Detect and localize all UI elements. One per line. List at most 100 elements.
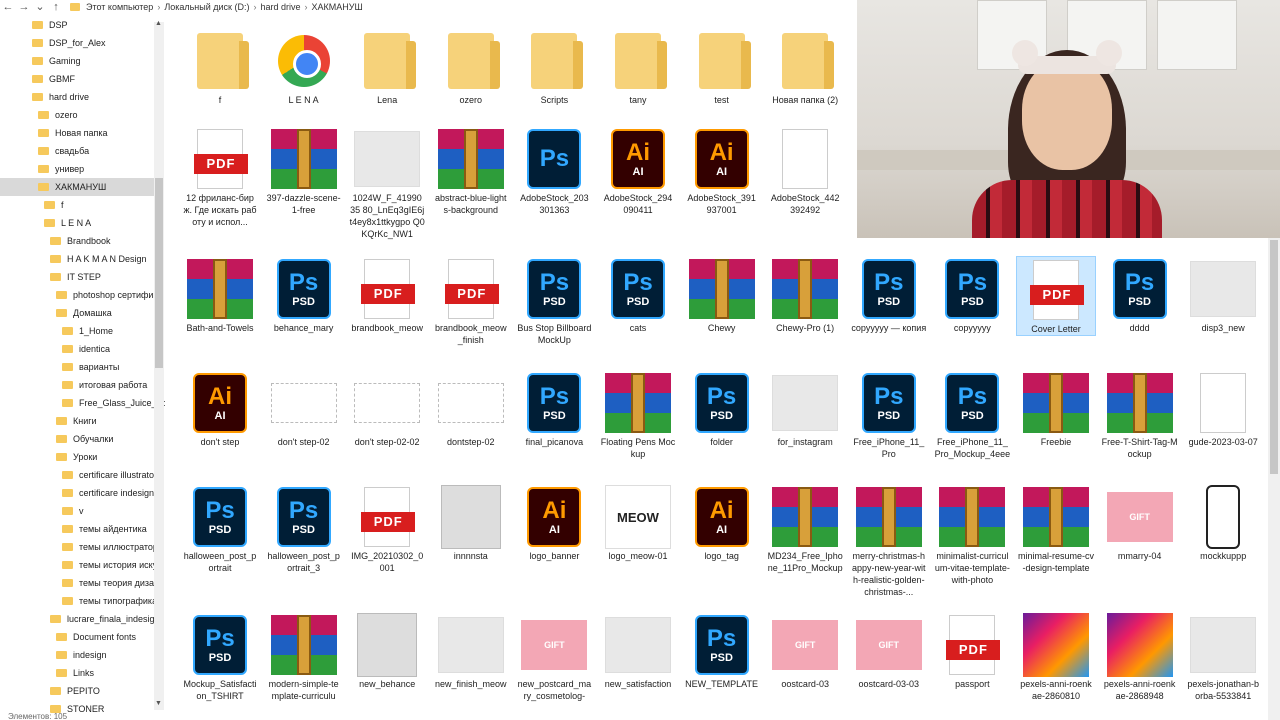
file-item[interactable]: minimal-resume-cv-design-template [1016,484,1096,574]
sidebar-item[interactable]: Обучалки [0,430,154,448]
sidebar-item[interactable]: Gaming [0,52,154,70]
file-item[interactable]: pexels-anni-roenkae-2860810 [1016,612,1096,702]
sidebar-item[interactable]: 1_Home [0,322,154,340]
file-item[interactable]: PDF 12 фриланс-бирж. Где искать работу и … [180,126,260,228]
file-item[interactable]: Lena [347,28,427,106]
sidebar-item[interactable]: certificare illustrator [0,466,157,484]
breadcrumb-separator-icon[interactable]: › [305,2,308,12]
file-item[interactable]: Ai AI logo_tag [682,484,762,562]
file-item[interactable]: GIFT mmarry-04 [1100,484,1180,562]
sidebar-item[interactable]: итоговая работа [0,376,154,394]
sidebar-item[interactable]: Уроки [0,448,154,466]
sidebar-item[interactable]: темы иллюстратор [0,538,158,556]
sidebar-item[interactable]: универ [0,160,154,178]
file-item[interactable]: f [180,28,260,106]
sidebar-item[interactable]: Домашка [0,304,154,322]
breadcrumb-item[interactable]: Локальный диск (D:) [164,2,249,12]
sidebar-item[interactable]: свадьба [0,142,154,160]
sidebar-item[interactable]: темы типографика [0,592,157,610]
file-item[interactable]: gude-2023-03-07 [1183,370,1263,448]
sidebar-item[interactable]: ozero [0,106,154,124]
file-item[interactable]: don't step-02-02 [347,370,427,448]
sidebar-item[interactable]: DSP_for_Alex [0,34,154,52]
file-item[interactable]: Free-T-Shirt-Tag-Mockup [1100,370,1180,460]
file-item[interactable]: Ai AI AdobeStock_391 937001 [682,126,762,216]
file-item[interactable]: Ps PSD cats [598,256,678,334]
file-item[interactable]: MEOW logo_meow-01 [598,484,678,562]
file-item[interactable]: for_instagram [765,370,845,448]
file-item[interactable]: Floating Pens Mockup [598,370,678,460]
file-item[interactable]: Ps PSD Bus Stop Billboard MockUp [514,256,594,346]
sidebar-item[interactable]: темы история иску [0,556,157,574]
file-item[interactable]: Ps PSD dddd [1100,256,1180,334]
breadcrumb-item[interactable]: hard drive [260,2,300,12]
recent-dropdown-icon[interactable]: ⌄ [32,0,48,14]
file-item[interactable]: dontstep-02 [431,370,511,448]
file-item[interactable]: GIFT oostcard-03-03 [849,612,929,690]
sidebar-item[interactable]: indesign [0,646,154,664]
file-item[interactable]: Ai AI don't step [180,370,260,448]
file-item[interactable]: Chewy-Pro (1) [765,256,845,334]
file-item[interactable]: PDF brandbook_meow_finish [431,256,511,346]
sidebar-item[interactable]: f [0,196,154,214]
file-item[interactable]: pexels-anni-roenkae-2868948 [1100,612,1180,702]
file-item[interactable]: PDF Cover Letter [1016,256,1096,336]
file-item[interactable]: PDF passport [932,612,1012,690]
sidebar-item[interactable]: темы теория дизай [0,574,159,592]
file-item[interactable]: Ps PSD halloween_post_portrait_3 [264,484,344,574]
scroll-up-icon[interactable]: ▲ [155,20,162,27]
sidebar-item[interactable]: IT STEP [0,268,154,286]
file-item[interactable]: Ps PSD folder [682,370,762,448]
sidebar-scrollbar-thumb[interactable] [155,178,163,368]
forward-arrow-icon[interactable]: → [16,0,32,14]
file-item[interactable]: don't step-02 [264,370,344,448]
file-item[interactable]: MD234_Free_Iphone_11Pro_Mockup [765,484,845,574]
file-item[interactable]: Новая папка (2) [765,28,845,106]
file-item[interactable]: pexels-jonathan-borba-5533841 [1183,612,1263,702]
content-scrollbar-thumb[interactable] [1270,240,1278,474]
file-item[interactable]: Ps PSD Free_iPhone_11_Pro_Mockup_4eee [932,370,1012,460]
file-item[interactable]: Ps PSD halloween_post_portrait [180,484,260,574]
sidebar-item[interactable]: hard drive [0,88,154,106]
sidebar-item[interactable]: темы айдентика [0,520,154,538]
file-item[interactable]: modern-simple-template-curriculu [264,612,344,702]
sidebar-item[interactable]: ХАКМАНУШ [0,178,154,196]
sidebar-item[interactable]: Новая папка [0,124,154,142]
file-item[interactable]: Ps PSD Free_iPhone_11_Pro [849,370,929,460]
file-item[interactable]: GIFT new_postcard_mary_cosmetolog- [514,612,594,702]
breadcrumb-separator-icon[interactable]: › [157,2,160,12]
file-item[interactable]: Ps PSD final_picanova [514,370,594,448]
file-item[interactable]: L E N A [264,28,344,106]
file-item[interactable]: PDF brandbook_meow [347,256,427,334]
sidebar-item[interactable]: photoshop сертифик [0,286,157,304]
sidebar-item[interactable]: Links [0,664,154,682]
file-item[interactable]: ozero [431,28,511,106]
file-item[interactable]: mockkuppp [1183,484,1263,562]
file-item[interactable]: merry-christmas-happy-new-year-with-real… [849,484,929,598]
sidebar-item[interactable]: H A K M A N Design [0,250,154,268]
sidebar-item[interactable]: Brandbook [0,232,154,250]
up-arrow-icon[interactable]: ↑ [48,0,64,14]
file-item[interactable]: Ps PSD behance_mary [264,256,344,334]
file-item[interactable]: Bath-and-Towels [180,256,260,334]
sidebar-item[interactable]: certificare indesign [0,484,154,502]
sidebar-item[interactable]: PEPITO [0,682,154,700]
file-item[interactable]: innnnsta [431,484,511,562]
file-item[interactable]: abstract-blue-lights-background [431,126,511,216]
file-item[interactable]: Ai AI AdobeStock_294 090411 [598,126,678,216]
file-item[interactable]: minimalist-curriculum-vitae-template-wit… [932,484,1012,586]
file-item[interactable]: PDF IMG_20210302_0001 [347,484,427,574]
sidebar-item[interactable]: Книги [0,412,154,430]
file-item[interactable]: Chewy [682,256,762,334]
file-item[interactable]: Scripts [514,28,594,106]
breadcrumb-item[interactable]: ХАКМАНУШ [312,2,363,12]
file-item[interactable]: tany [598,28,678,106]
sidebar-item[interactable]: Document fonts [0,628,154,646]
sidebar-item[interactable]: GBMF [0,70,154,88]
sidebar-item[interactable]: варианты [0,358,154,376]
file-item[interactable]: Ai AI logo_banner [514,484,594,562]
file-item[interactable]: AdobeStock_442 392492 [765,126,845,216]
file-item[interactable]: new_satisfaction [598,612,678,690]
sidebar-item[interactable]: lucrare_finala_indesign [0,610,160,628]
back-arrow-icon[interactable]: ← [0,0,16,14]
